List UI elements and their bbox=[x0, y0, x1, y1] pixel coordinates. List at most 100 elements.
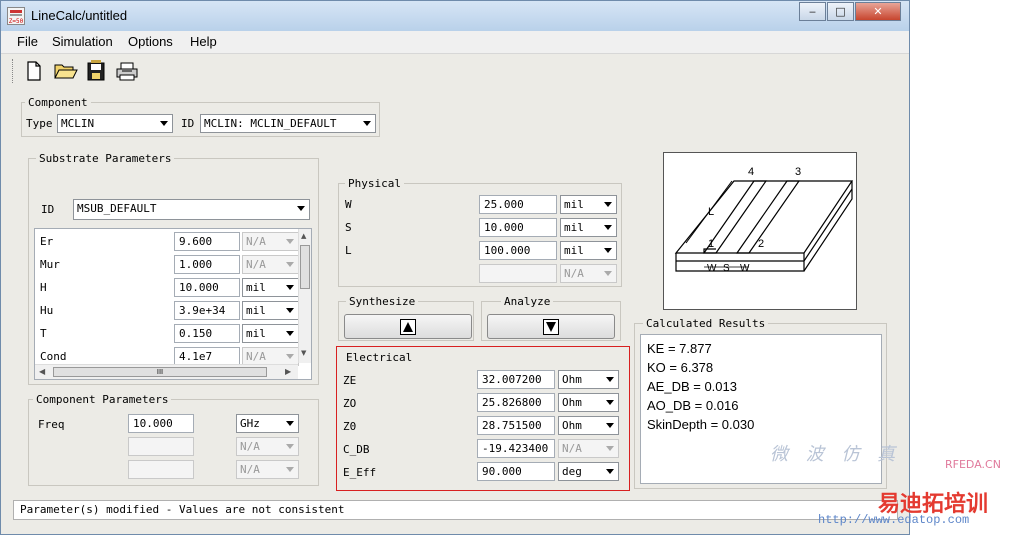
id-label: ID bbox=[181, 117, 195, 130]
substrate-param-unit-value: mil bbox=[246, 281, 266, 294]
type-select-value: MCLIN bbox=[61, 117, 95, 130]
chevron-down-icon bbox=[604, 271, 612, 276]
vscroll-thumb[interactable] bbox=[300, 245, 310, 289]
maximize-button[interactable]: □ bbox=[827, 2, 854, 21]
component-group-label: Component bbox=[25, 96, 91, 109]
chevron-down-icon bbox=[160, 121, 168, 126]
substrate-param-value[interactable]: 3.9e+34 bbox=[174, 301, 240, 320]
status-bar: Parameter(s) modified - Values are not c… bbox=[13, 500, 898, 520]
substrate-id-select[interactable]: MSUB_DEFAULT bbox=[73, 199, 310, 220]
electrical-param-label: C_DB bbox=[343, 443, 370, 456]
chevron-down-icon bbox=[297, 206, 305, 211]
electrical-param-unit: N/A bbox=[558, 439, 619, 458]
menu-simulation[interactable]: Simulation bbox=[52, 34, 113, 49]
substrate-param-unit[interactable]: mil bbox=[242, 278, 299, 297]
analyze-button[interactable] bbox=[487, 314, 615, 339]
scroll-up-icon[interactable]: ▲ bbox=[301, 232, 306, 240]
chevron-down-icon bbox=[286, 239, 294, 244]
new-file-button[interactable] bbox=[23, 60, 45, 82]
substrate-param-value[interactable]: 9.600 bbox=[174, 232, 240, 251]
substrate-param-unit-value: N/A bbox=[246, 258, 266, 271]
electrical-param-unit-value: deg bbox=[562, 465, 582, 478]
diagram-label-3: 3 bbox=[795, 166, 801, 178]
menu-help[interactable]: Help bbox=[190, 34, 217, 49]
component-params-label: Component Parameters bbox=[33, 393, 172, 406]
electrical-param-unit[interactable]: deg bbox=[558, 462, 619, 481]
menu-file[interactable]: File bbox=[17, 34, 38, 49]
substrate-id-value: MSUB_DEFAULT bbox=[77, 202, 157, 215]
physical-param-value[interactable]: 100.000 bbox=[479, 241, 557, 260]
electrical-param-value[interactable]: 32.007200 bbox=[477, 370, 555, 389]
physical-param-unit[interactable]: mil bbox=[560, 241, 617, 260]
coupled-line-diagram: L 4 3 1 2 W S W bbox=[663, 152, 857, 310]
component-param-value bbox=[128, 460, 194, 479]
electrical-group-label: Electrical bbox=[346, 351, 413, 364]
electrical-param-unit-value: Ohm bbox=[562, 396, 582, 409]
electrical-param-value[interactable]: 25.826800 bbox=[477, 393, 555, 412]
substrate-param-label: T bbox=[40, 327, 47, 340]
result-ke: KE = 7.877 bbox=[647, 341, 712, 356]
minimize-button[interactable]: ‒ bbox=[799, 2, 826, 21]
electrical-param-unit[interactable]: Ohm bbox=[558, 370, 619, 389]
electrical-param-unit[interactable]: Ohm bbox=[558, 393, 619, 412]
type-label: Type bbox=[26, 117, 53, 130]
substrate-param-label: Er bbox=[40, 235, 54, 248]
type-select[interactable]: MCLIN bbox=[57, 114, 173, 133]
physical-param-unit[interactable]: mil bbox=[560, 195, 617, 214]
chevron-down-icon bbox=[286, 308, 294, 313]
close-icon: ✕ bbox=[873, 5, 883, 18]
substrate-param-value[interactable]: 10.000 bbox=[174, 278, 240, 297]
component-param-label: Freq bbox=[38, 418, 65, 431]
substrate-param-list[interactable]: Er 9.600 N/A Mur 1.000 N/A H 10.000 mil Hu 3.9e+34… bbox=[34, 228, 312, 380]
chevron-down-icon bbox=[286, 354, 294, 359]
electrical-param-value[interactable]: 28.751500 bbox=[477, 416, 555, 435]
component-param-value bbox=[128, 437, 194, 456]
substrate-param-label: H bbox=[40, 281, 47, 294]
chevron-down-icon bbox=[286, 285, 294, 290]
menu-bar: File Simulation Options Help bbox=[1, 31, 909, 54]
substrate-group-label: Substrate Parameters bbox=[36, 152, 175, 165]
save-button[interactable] bbox=[85, 60, 107, 82]
physical-param-unit-value: mil bbox=[564, 221, 584, 234]
substrate-param-unit: N/A bbox=[242, 232, 299, 251]
component-id-select[interactable]: MCLIN: MCLIN_DEFAULT bbox=[200, 114, 376, 133]
electrical-param-value[interactable]: 90.000 bbox=[477, 462, 555, 481]
substrate-param-unit-value: N/A bbox=[246, 350, 266, 363]
title-bar[interactable]: Z=50 LineCalc/untitled ‒ □ ✕ bbox=[1, 1, 909, 31]
substrate-param-value[interactable]: 1.000 bbox=[174, 255, 240, 274]
chevron-down-icon bbox=[606, 446, 614, 451]
component-param-unit: N/A bbox=[236, 437, 299, 456]
chevron-down-icon bbox=[286, 331, 294, 336]
component-param-value[interactable]: 10.000 bbox=[128, 414, 194, 433]
substrate-param-unit-value: mil bbox=[246, 304, 266, 317]
close-button[interactable]: ✕ bbox=[855, 2, 901, 21]
hscroll-thumb[interactable]: III bbox=[53, 367, 267, 377]
physical-param-value[interactable]: 25.000 bbox=[479, 195, 557, 214]
chevron-down-icon bbox=[604, 248, 612, 253]
substrate-id-label: ID bbox=[41, 203, 55, 216]
print-button[interactable] bbox=[115, 60, 139, 82]
physical-param-unit[interactable]: mil bbox=[560, 218, 617, 237]
substrate-hscrollbar[interactable]: ◀ III ▶ bbox=[35, 364, 298, 379]
scroll-down-icon[interactable]: ▼ bbox=[301, 349, 306, 357]
diagram-label-4: 4 bbox=[748, 166, 754, 178]
substrate-param-unit[interactable]: mil bbox=[242, 301, 299, 320]
electrical-param-label: Z0 bbox=[343, 420, 357, 433]
results-group-label: Calculated Results bbox=[643, 317, 769, 330]
substrate-vscrollbar[interactable]: ▲ ▼ bbox=[298, 229, 311, 363]
watermark-site: RFEDA.CN bbox=[945, 458, 1001, 471]
electrical-param-value[interactable]: -19.423400 bbox=[477, 439, 555, 458]
menu-options[interactable]: Options bbox=[128, 34, 173, 49]
open-button[interactable] bbox=[53, 60, 79, 82]
electrical-param-unit[interactable]: Ohm bbox=[558, 416, 619, 435]
synthesize-button[interactable] bbox=[344, 314, 472, 339]
substrate-param-value[interactable]: 0.150 bbox=[174, 324, 240, 343]
scroll-right-icon[interactable]: ▶ bbox=[285, 367, 291, 376]
substrate-param-unit: N/A bbox=[242, 255, 299, 274]
component-param-unit[interactable]: GHz bbox=[236, 414, 299, 433]
substrate-param-unit[interactable]: mil bbox=[242, 324, 299, 343]
physical-param-value[interactable]: 10.000 bbox=[479, 218, 557, 237]
scroll-left-icon[interactable]: ◀ bbox=[39, 367, 45, 376]
app-icon: Z=50 bbox=[7, 7, 25, 25]
result-ao-db: AO_DB = 0.016 bbox=[647, 398, 739, 413]
